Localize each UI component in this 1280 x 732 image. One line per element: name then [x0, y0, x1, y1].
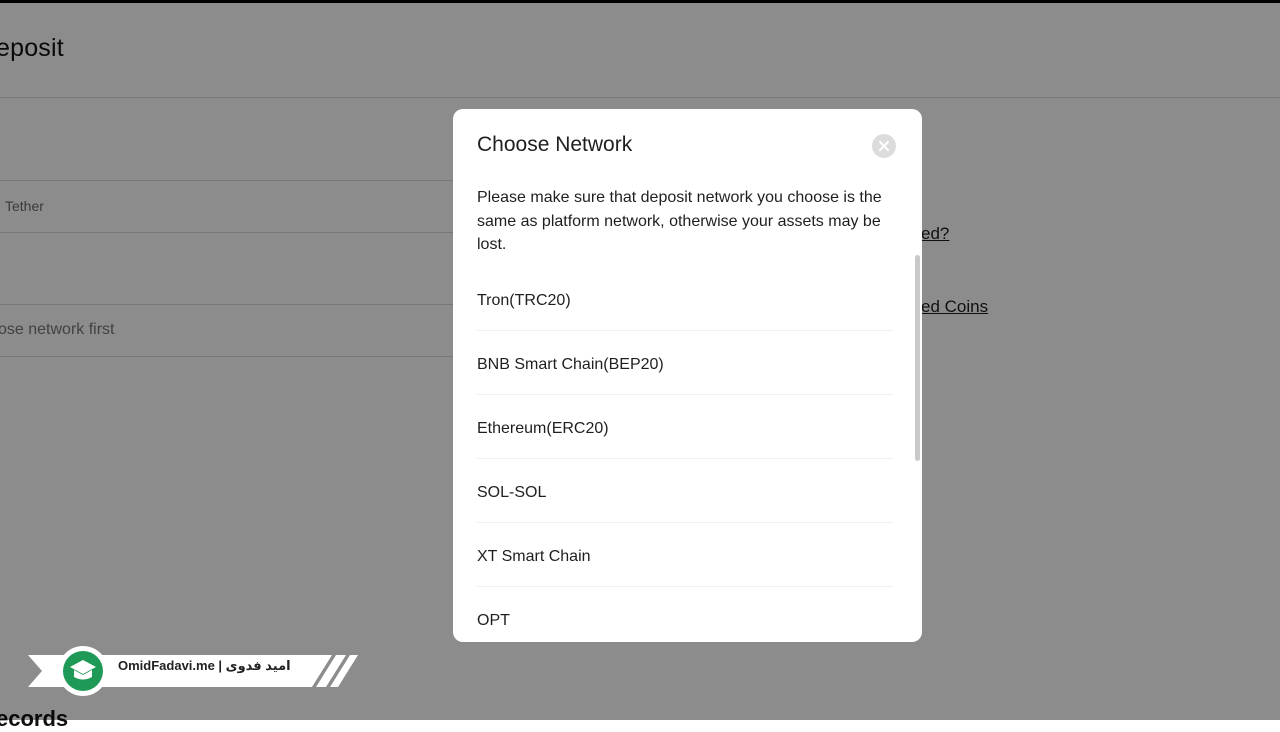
network-warning-text: Please make sure that deposit network yo…: [477, 189, 882, 253]
network-option-sol[interactable]: SOL-SOL: [477, 459, 893, 523]
close-button[interactable]: [872, 134, 896, 158]
network-option-opt[interactable]: OPT: [477, 587, 893, 642]
watermark-text: OmidFadavi.me | امید فدوی: [118, 658, 291, 673]
network-option-tron[interactable]: Tron(TRC20): [477, 267, 893, 331]
network-option-ethereum[interactable]: Ethereum(ERC20): [477, 395, 893, 459]
network-option-xt[interactable]: XT Smart Chain: [477, 523, 893, 587]
dialog-scrollbar[interactable]: [915, 255, 920, 461]
dialog-title: Choose Network: [477, 133, 633, 156]
choose-network-dialog: Choose Network Please make sure that dep…: [453, 109, 922, 642]
network-list: Tron(TRC20) BNB Smart Chain(BEP20) Ether…: [477, 267, 893, 642]
network-option-bnb[interactable]: BNB Smart Chain(BEP20): [477, 331, 893, 395]
close-icon: [879, 141, 889, 151]
